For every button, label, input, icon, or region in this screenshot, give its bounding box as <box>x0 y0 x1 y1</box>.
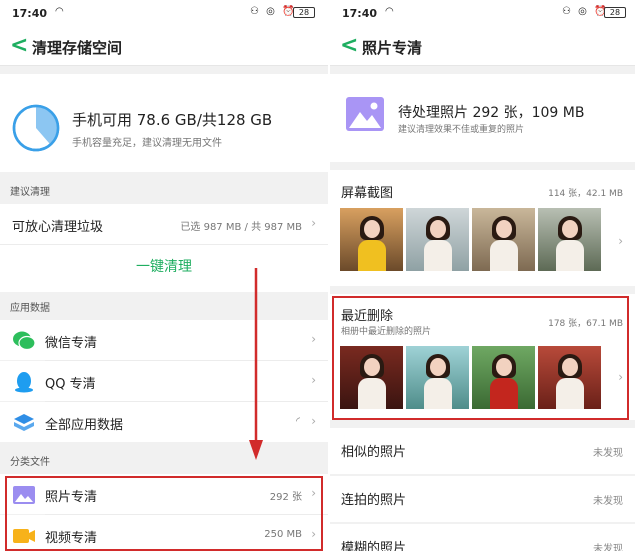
photo-thumbnail[interactable] <box>538 208 601 271</box>
status-icons: ⚇ ◎ ⏰ <box>250 6 297 17</box>
row-title: 相似的照片 <box>341 445 407 460</box>
app-label: 全部应用数据 <box>45 418 124 433</box>
similar-photos-row[interactable]: 相似的照片 未发现 <box>330 428 635 474</box>
battery-icon: 28 <box>604 7 626 18</box>
burst-photos-row[interactable]: 连拍的照片 未发现 <box>330 476 635 522</box>
wechat-icon <box>13 331 36 351</box>
wifi-icon: ◠ <box>385 6 394 17</box>
photo-cleanup-screen: 17:40 ◠ ⚇ ◎ ⏰ 28 < 照片专清 待处理照片 292 张，109 … <box>330 0 635 551</box>
row-status: 未发现 <box>593 544 623 551</box>
album-count: 114 张，42.1 MB <box>548 189 623 199</box>
storage-cleanup-screen: 17:40 ◠ ⚇ ◎ ⏰ 28 < 清理存储空间 手机可用 78.6 GB/共… <box>0 0 328 551</box>
section-suggest: 建议清理 <box>0 180 328 204</box>
photo-icon <box>346 97 384 131</box>
title-bar: < 照片专清 <box>330 28 635 66</box>
storage-summary: 手机可用 78.6 GB/共128 GB <box>72 111 273 129</box>
page-title: 照片专清 <box>362 39 423 57</box>
chevron-right-icon: › <box>618 234 623 248</box>
storage-card: 手机可用 78.6 GB/共128 GB 手机容量充足，建议清理无用文件 <box>0 74 328 172</box>
screenshot: 17:40 ◠ ⚇ ◎ ⏰ 28 < 清理存储空间 手机可用 78.6 GB/共… <box>0 0 635 551</box>
chevron-right-icon: › <box>311 332 316 346</box>
app-label: 微信专清 <box>45 336 98 351</box>
junk-value: 已选 987 MB / 共 987 MB <box>180 222 302 233</box>
storage-hint: 手机容量充足，建议清理无用文件 <box>72 138 222 149</box>
chevron-right-icon: › <box>311 414 316 428</box>
loading-spinner-icon: ◜ <box>296 416 300 427</box>
highlight-box <box>332 296 629 420</box>
row-title: 模糊的照片 <box>341 541 407 551</box>
app-row-all[interactable]: 全部应用数据 ◜ › <box>0 402 328 442</box>
status-icons: ⚇ ◎ ⏰ <box>562 6 609 17</box>
apps-icon <box>14 414 34 431</box>
pending-hint: 建议清理效果不佳或重复的照片 <box>398 125 525 135</box>
row-status: 未发现 <box>593 496 623 507</box>
photo-thumbnail[interactable] <box>472 208 535 271</box>
status-time: 17:40 <box>342 7 378 20</box>
thumbnail-strip <box>340 208 601 271</box>
row-status: 未发现 <box>593 448 623 459</box>
status-time: 17:40 <box>12 7 48 20</box>
junk-row[interactable]: 可放心清理垃圾 已选 987 MB / 共 987 MB › 一键清理 <box>0 204 328 292</box>
album-title: 屏幕截图 <box>341 186 394 201</box>
status-bar: 17:40 ◠ ⚇ ◎ ⏰ 28 <box>330 0 635 28</box>
chevron-right-icon: › <box>311 216 316 230</box>
row-title: 连拍的照片 <box>341 493 407 508</box>
section-files: 分类文件 <box>0 450 328 474</box>
storage-pie-chart <box>12 104 60 152</box>
section-apps: 应用数据 <box>0 296 328 320</box>
pending-summary: 待处理照片 292 张，109 MB <box>398 105 585 121</box>
wifi-icon: ◠ <box>55 6 64 17</box>
qq-icon <box>15 372 33 393</box>
blurry-photos-row[interactable]: 模糊的照片 未发现 <box>330 524 635 551</box>
status-bar: 17:40 ◠ ⚇ ◎ ⏰ 28 <box>0 0 328 28</box>
back-arrow-icon[interactable]: < <box>10 33 30 59</box>
chevron-right-icon: › <box>311 373 316 387</box>
page-title: 清理存储空间 <box>32 39 123 57</box>
highlight-box <box>5 476 323 551</box>
app-row-wechat[interactable]: 微信专清 › <box>0 320 328 360</box>
battery-icon: 28 <box>293 7 315 18</box>
annotation-arrow-icon <box>249 268 263 460</box>
app-row-qq[interactable]: QQ 专清 › <box>0 361 328 401</box>
photo-thumbnail[interactable] <box>340 208 403 271</box>
junk-label: 可放心清理垃圾 <box>12 220 104 235</box>
app-label: QQ 专清 <box>45 377 96 392</box>
one-click-clean-button[interactable]: 一键清理 <box>0 256 328 276</box>
photo-thumbnail[interactable] <box>406 208 469 271</box>
title-bar: < 清理存储空间 <box>0 28 328 66</box>
back-arrow-icon[interactable]: < <box>340 33 360 59</box>
